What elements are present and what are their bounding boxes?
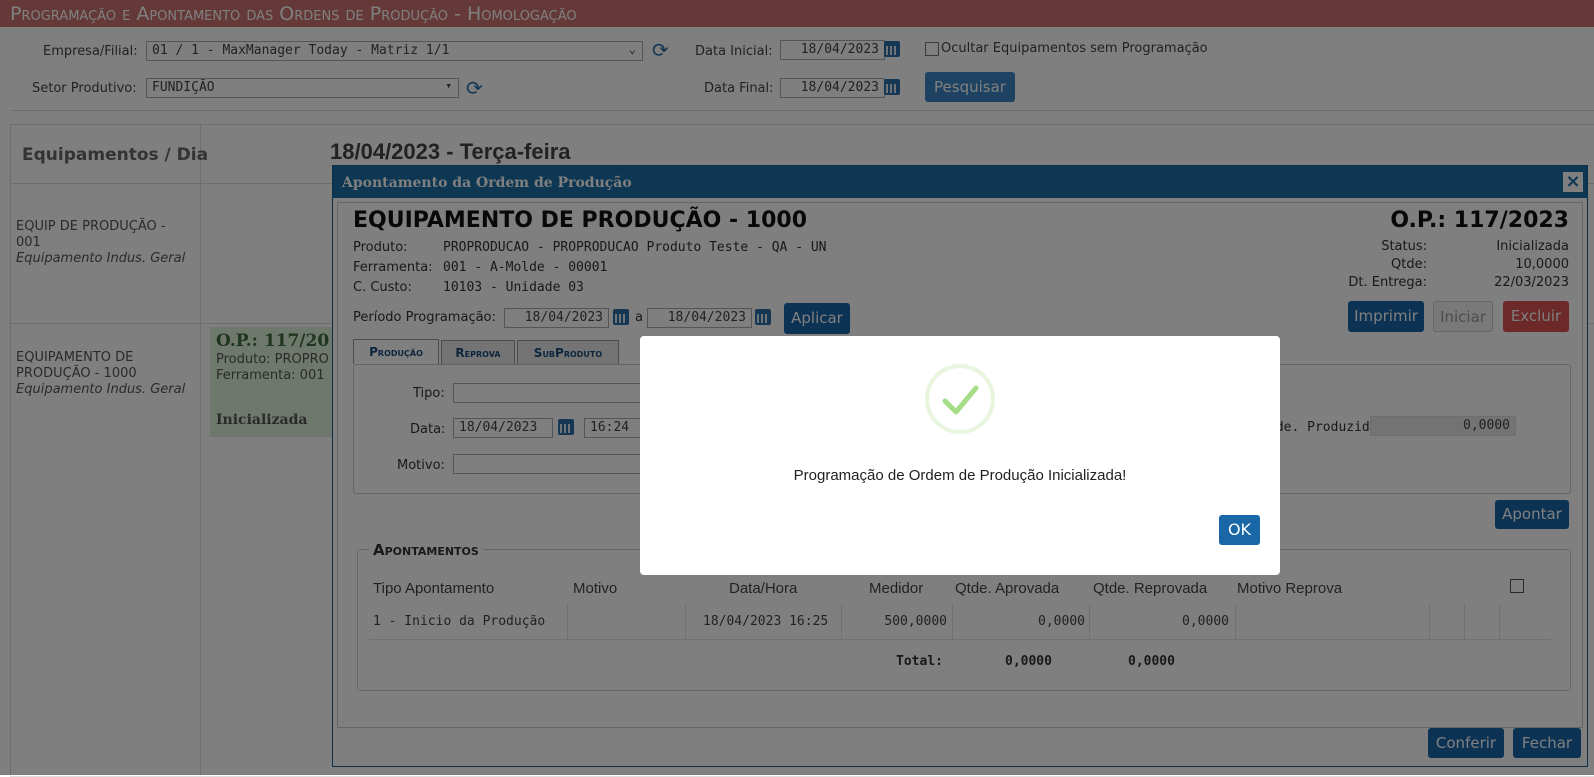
success-alert: Programação de Ordem de Produção Inicial… (640, 336, 1280, 575)
check-icon (925, 364, 995, 434)
alert-message: Programação de Ordem de Produção Inicial… (793, 467, 1127, 484)
ok-button[interactable]: OK (1219, 515, 1260, 545)
